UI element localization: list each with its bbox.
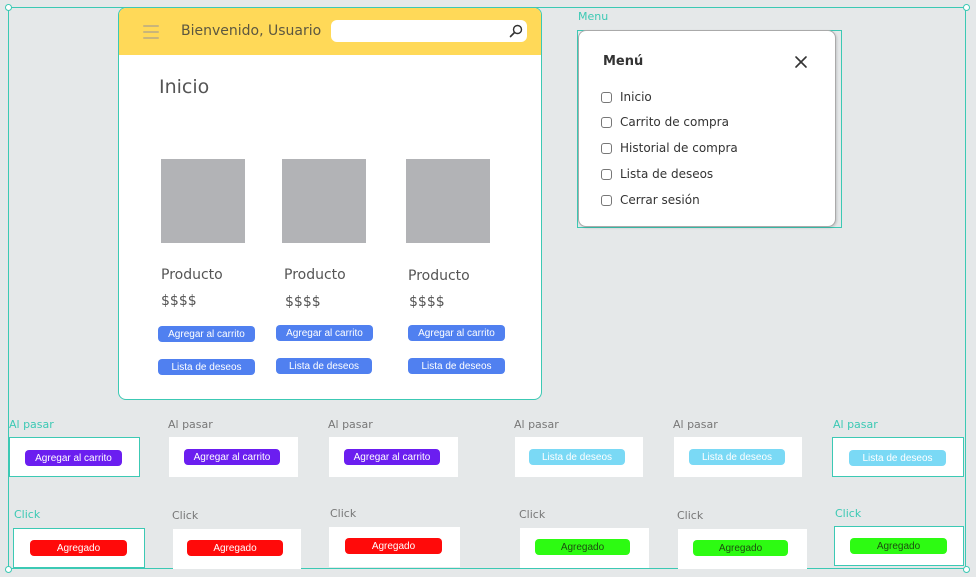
checkbox-icon[interactable] [601,168,612,180]
hamburger-icon[interactable] [143,25,159,39]
hover-state-frame: Agregar al carrito [169,437,298,477]
close-icon[interactable] [793,54,809,70]
add-to-cart-button-hover[interactable]: Agregar al carrito [184,449,280,465]
state-label-click: Click [835,507,862,520]
menu-item-label: Cerrar sesión [620,193,700,207]
click-state-frame: Agregado [520,528,649,568]
click-state-frame: Agregado [173,529,301,569]
add-to-cart-button-hover[interactable]: Agregar al carrito [25,450,122,466]
top-bar: Bienvenido, Usuario [119,8,541,55]
menu-item-label: Historial de compra [620,141,738,155]
resize-handle[interactable] [963,566,970,573]
menu-item-deseos[interactable]: Lista de deseos [601,167,713,181]
product-image[interactable] [161,159,245,243]
added-button-click[interactable]: Agregado [345,538,442,554]
menu-item-inicio[interactable]: Inicio [601,90,652,104]
product-price: $$$$ [285,294,321,310]
state-label-hover: Al pasar [328,418,373,431]
added-button-click[interactable]: Agregado [850,538,947,554]
page-title: Inicio [159,76,210,98]
menu-item-label: Lista de deseos [620,167,714,181]
state-label-click: Click [14,508,41,521]
frame-label-menu: Menu [578,10,609,23]
click-state-frame: Agregado [13,528,145,568]
checkbox-icon[interactable] [601,116,612,128]
product-image[interactable] [406,159,490,243]
state-label-hover: Al pasar [168,418,213,431]
click-state-frame: Agregado [678,529,807,569]
menu-item-historial[interactable]: Historial de compra [601,141,738,155]
added-button-click[interactable]: Agregado [535,539,630,555]
added-button-click[interactable]: Agregado [187,540,283,556]
wishlist-button-hover[interactable]: Lista de deseos [689,449,785,465]
state-label-click: Click [172,509,199,522]
click-state-frame: Agregado [329,527,460,567]
menu-item-cerrar-sesion[interactable]: Cerrar sesión [601,193,700,207]
wishlist-button[interactable]: Lista de deseos [158,359,255,375]
search-input[interactable] [331,20,527,42]
wishlist-button-hover[interactable]: Lista de deseos [849,450,946,466]
hover-state-frame: Lista de deseos [515,437,643,477]
checkbox-icon[interactable] [601,91,612,103]
state-label-click: Click [677,509,704,522]
menu-item-carrito[interactable]: Carrito de compra [601,115,729,129]
hover-state-frame: Agregar al carrito [9,437,140,477]
click-state-frame: Agregado [834,526,964,566]
product-image[interactable] [282,159,366,243]
state-label-click: Click [330,507,357,520]
state-label-click: Click [519,508,546,521]
product-name: Producto [284,267,346,283]
hover-state-frame: Lista de deseos [674,437,802,477]
product-price: $$$$ [409,294,445,310]
welcome-text: Bienvenido, Usuario [181,23,322,39]
side-menu: Menú Inicio Carrito de compra Historial … [578,30,836,227]
search-icon[interactable] [509,24,523,38]
add-to-cart-button[interactable]: Agregar al carrito [158,326,255,342]
add-to-cart-button-hover[interactable]: Agregar al carrito [344,449,440,465]
add-to-cart-button[interactable]: Agregar al carrito [276,325,373,341]
add-to-cart-button[interactable]: Agregar al carrito [408,325,505,341]
home-screen: Bienvenido, Usuario Inicio Producto $$$$… [118,7,542,400]
state-label-hover: Al pasar [833,418,878,431]
wishlist-button[interactable]: Lista de deseos [408,358,505,374]
resize-handle[interactable] [963,4,970,11]
added-button-click[interactable]: Agregado [30,540,127,556]
checkbox-icon[interactable] [601,142,612,154]
state-label-hover: Al pasar [9,418,54,431]
wishlist-button-hover[interactable]: Lista de deseos [529,449,625,465]
checkbox-icon[interactable] [601,194,612,206]
hover-state-frame: Lista de deseos [832,437,964,477]
menu-item-label: Carrito de compra [620,115,729,129]
menu-title: Menú [603,54,644,69]
state-label-hover: Al pasar [673,418,718,431]
product-name: Producto [408,268,470,284]
menu-item-label: Inicio [620,90,652,104]
product-price: $$$$ [161,293,197,309]
added-button-click[interactable]: Agregado [693,540,788,556]
wishlist-button[interactable]: Lista de deseos [276,358,372,374]
hover-state-frame: Agregar al carrito [329,437,458,477]
state-label-hover: Al pasar [514,418,559,431]
product-name: Producto [161,267,223,283]
resize-handle[interactable] [5,566,12,573]
resize-handle[interactable] [5,4,12,11]
